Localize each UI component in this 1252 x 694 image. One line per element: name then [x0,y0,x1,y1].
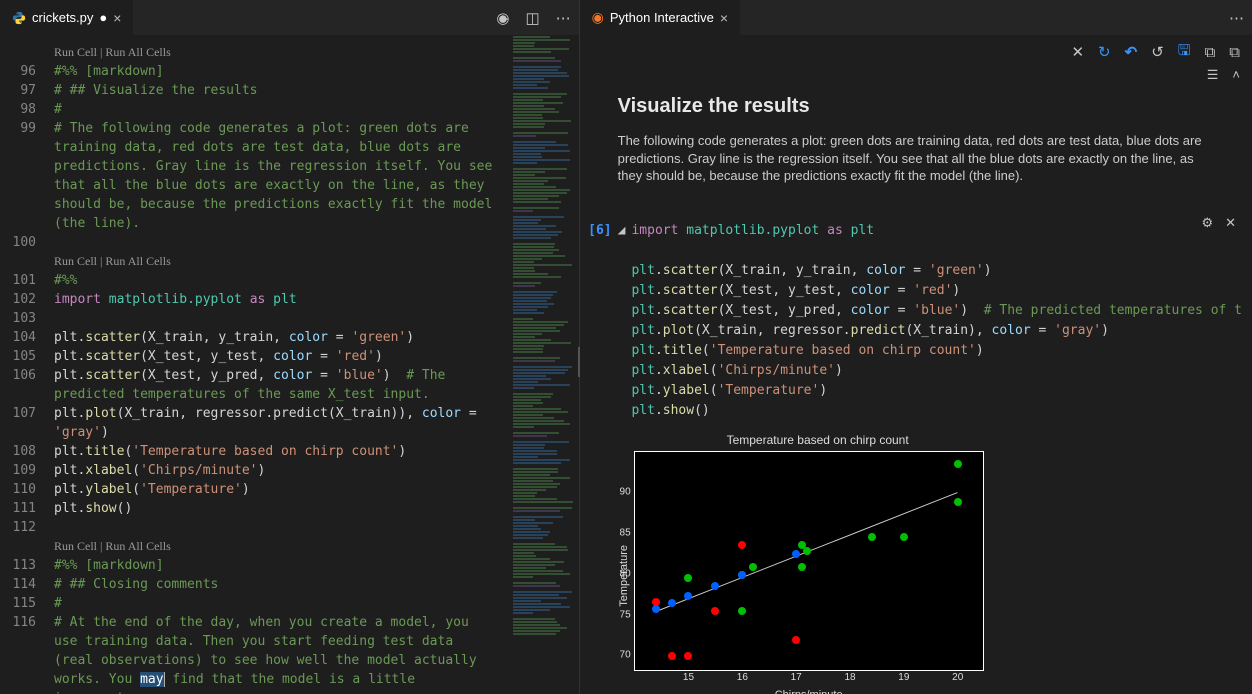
data-point [868,533,876,541]
chart-output: Temperature based on chirp count Tempera… [618,433,1018,694]
tab-close-icon[interactable]: × [113,10,121,26]
data-point [954,498,962,506]
tab-dirty-indicator: ● [99,10,107,25]
data-point [711,607,719,615]
execution-count: [6] [584,221,612,241]
interactive-body: Visualize the results The following code… [580,83,1252,694]
chart-plot-area: 7075808590 151617181920 [634,451,984,671]
undo-icon[interactable]: ↶ [1125,43,1138,61]
jupyter-icon: ◉ [592,9,604,26]
chevron-up-icon[interactable]: ˄ [1232,67,1240,83]
data-point [749,563,757,571]
editor-actions: ◉̵ ◫ ⋯ [496,9,570,27]
code-cell: ⚙ ✕ [6] ◢ import matplotlib.pyplot as pl… [618,221,1242,694]
cell-collapse-icon[interactable]: ◢ [618,221,626,241]
data-point [668,652,676,660]
data-point [652,605,660,613]
code-area[interactable]: Run Cell | Run All Cells#%% [markdown]# … [54,35,579,694]
cell-code[interactable]: import matplotlib.pyplot as plt plt.scat… [631,221,1242,421]
more-actions-icon[interactable]: ⋯ [1229,9,1244,27]
cell-markdown-desc: The following code generates a plot: gre… [618,132,1208,185]
cell-settings-icon[interactable]: ⚙ [1201,215,1213,231]
chart-title: Temperature based on chirp count [618,433,1018,447]
data-point [684,574,692,582]
cancel-icon[interactable]: ✕ [1071,43,1084,61]
data-point [684,652,692,660]
data-point [900,533,908,541]
codelens[interactable]: Run Cell | Run All Cells [54,43,499,62]
data-point [738,541,746,549]
python-icon [12,11,26,25]
split-editor-icon[interactable]: ◫ [525,9,539,27]
interrupt-icon[interactable]: ↺ [1151,43,1164,61]
restart-icon[interactable]: ↻ [1098,43,1111,61]
data-point [738,607,746,615]
codelens[interactable]: Run Cell | Run All Cells [54,537,499,556]
save-icon[interactable]: 🖫 [1178,40,1191,65]
data-point [684,592,692,600]
data-point [954,460,962,468]
data-point [792,550,800,558]
tab-python-interactive[interactable]: ◉ Python Interactive × [580,0,741,35]
collapse-all-icon[interactable]: ⧉ [1229,44,1240,61]
tab-filename: crickets.py [32,10,93,25]
more-actions-icon[interactable]: ⋯ [556,9,571,27]
minimap[interactable] [509,35,579,694]
data-point [668,599,676,607]
data-point [798,541,806,549]
interactive-pane: ◉ Python Interactive × ⋯ ✕ ↻ ↶ ↺ 🖫 ⧉ ⧉ ☰… [580,0,1252,694]
interactive-tab-title: Python Interactive [610,10,714,25]
editor-body[interactable]: 96979899 100 101102103104105106 107 1081… [0,35,579,694]
data-point [792,636,800,644]
settings-lines-icon[interactable]: ☰ [1207,67,1219,83]
run-above-icon[interactable]: ◉̵ [496,9,509,27]
editor-pane: crickets.py ● × ◉̵ ◫ ⋯ 96979899 100 1011… [0,0,580,694]
interactive-tab-close-icon[interactable]: × [720,10,728,26]
tab-crickets-py[interactable]: crickets.py ● × [0,0,134,35]
interactive-toolbar: ✕ ↻ ↶ ↺ 🖫 ⧉ ⧉ [580,35,1252,65]
data-point [711,582,719,590]
interactive-tabbar: ◉ Python Interactive × ⋯ [580,0,1252,35]
line-gutter: 96979899 100 101102103104105106 107 1081… [0,35,54,694]
data-point [738,571,746,579]
cell-markdown-title: Visualize the results [618,95,1242,118]
codelens[interactable]: Run Cell | Run All Cells [54,252,499,271]
expand-all-icon[interactable]: ⧉ [1205,44,1216,61]
editor-tabbar: crickets.py ● × ◉̵ ◫ ⋯ [0,0,579,35]
chart-xlabel: Chirps/minute [634,689,984,694]
cell-close-icon[interactable]: ✕ [1225,215,1236,231]
data-point [798,563,806,571]
